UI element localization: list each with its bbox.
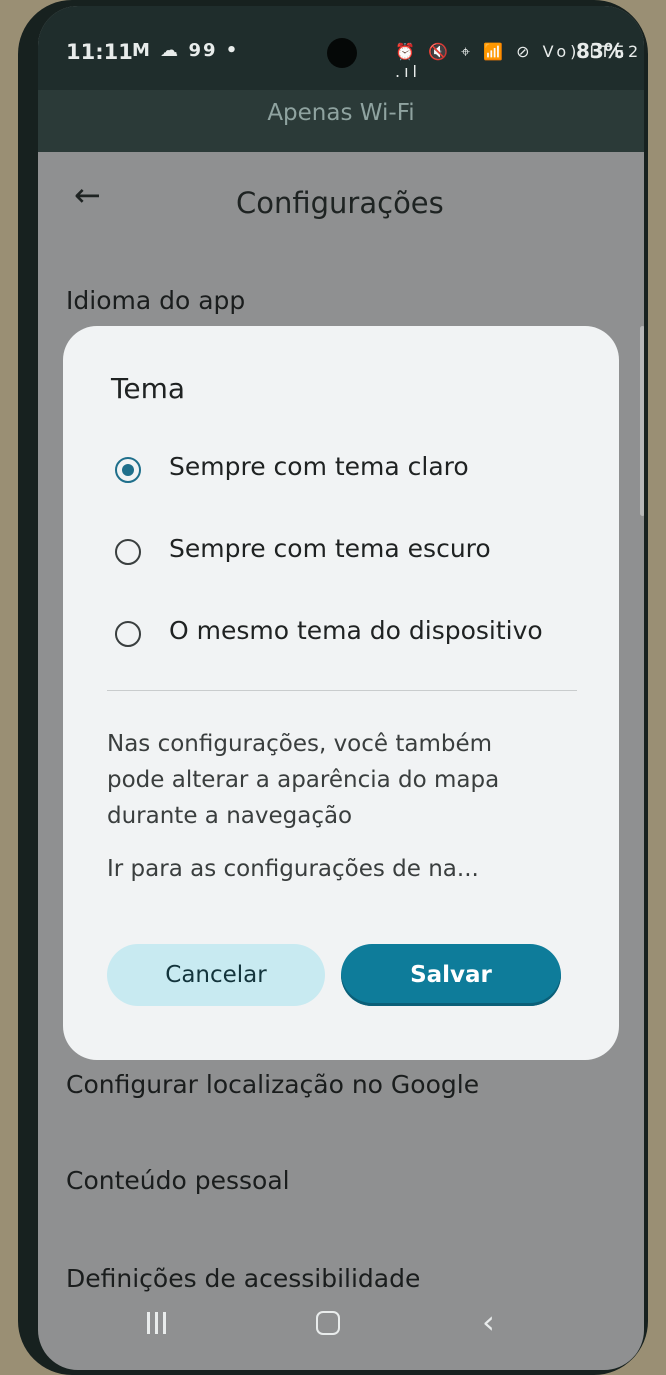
setting-google-location[interactable]: Configurar localização no Google — [66, 1070, 479, 1099]
status-bar: 11:11 M ☁ 99 • ⏰ 🔇 ⌖ 📶 ⊘ Vo) LTE2 .ıl 83… — [38, 6, 644, 90]
radio-label: Sempre com tema claro — [169, 452, 469, 481]
radio-option-device[interactable]: O mesmo tema do dispositivo — [101, 614, 581, 658]
system-nav-bar: ‹ — [38, 1286, 644, 1370]
notification-icons: M ☁ 99 • — [132, 40, 240, 61]
radio-label: Sempre com tema escuro — [169, 534, 491, 563]
navigation-settings-link[interactable]: Ir para as configurações de na... — [107, 856, 479, 882]
back-icon[interactable]: ‹ — [474, 1302, 518, 1346]
recents-icon[interactable] — [135, 1302, 179, 1346]
radio-button-selected[interactable] — [115, 457, 141, 483]
info-text-line: pode alterar a aparência do mapa — [107, 767, 500, 793]
setting-personal-content[interactable]: Conteúdo pessoal — [66, 1166, 290, 1195]
radio-button[interactable] — [115, 621, 141, 647]
home-icon[interactable] — [307, 1302, 351, 1346]
radio-option-light[interactable]: Sempre com tema claro — [101, 450, 581, 494]
theme-dialog: Tema Sempre com tema claro Sempre com te… — [63, 326, 619, 1060]
info-text-line: Nas configurações, você também — [107, 731, 493, 757]
scrollbar[interactable] — [640, 326, 644, 516]
arrow-left-icon[interactable]: ← — [74, 176, 101, 214]
battery-level: 83% — [576, 39, 624, 63]
info-text: Nas configurações, você também pode alte… — [107, 726, 527, 834]
save-button[interactable]: Salvar — [341, 944, 561, 1006]
front-camera — [327, 38, 357, 68]
divider — [107, 690, 577, 691]
cancel-button[interactable]: Cancelar — [107, 944, 325, 1006]
info-text-line: durante a navegação — [107, 803, 353, 829]
screen: 11:11 M ☁ 99 • ⏰ 🔇 ⌖ 📶 ⊘ Vo) LTE2 .ıl 83… — [38, 6, 644, 1370]
radio-label: O mesmo tema do dispositivo — [169, 616, 543, 645]
radio-button[interactable] — [115, 539, 141, 565]
page-title: Configurações — [236, 186, 444, 220]
status-time: 11:11 — [66, 40, 133, 64]
setting-app-language[interactable]: Idioma do app — [66, 286, 245, 315]
radio-option-dark[interactable]: Sempre com tema escuro — [101, 532, 581, 576]
dialog-title: Tema — [111, 372, 186, 405]
wifi-only-banner: Apenas Wi-Fi — [38, 90, 644, 152]
